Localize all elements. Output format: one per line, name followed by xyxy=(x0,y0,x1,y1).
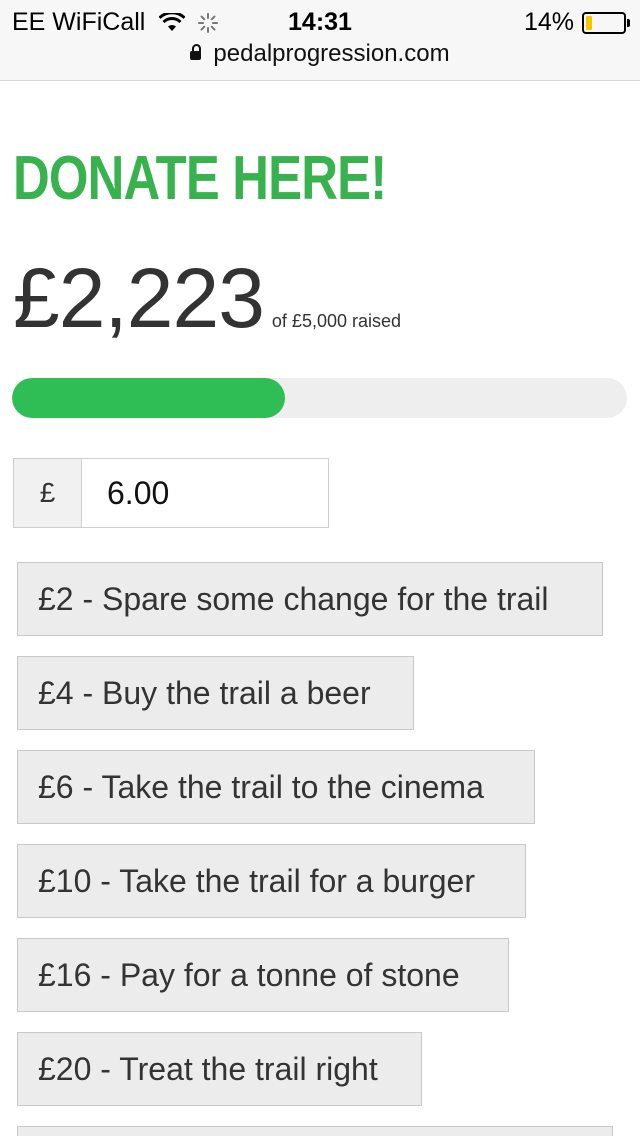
lock-icon xyxy=(190,44,202,60)
raised-amount: £2,223 xyxy=(13,251,265,345)
donation-amount-input[interactable] xyxy=(82,458,329,528)
option-4-button[interactable]: £4 - Buy the trail a beer xyxy=(17,656,414,730)
battery-icon xyxy=(582,11,630,34)
url-text: pedalprogression.com xyxy=(213,40,450,67)
page-title: DONATE HERE! xyxy=(13,144,387,213)
battery-percent: 14% xyxy=(523,8,574,36)
raised-summary: £2,223 of £5,000 raised xyxy=(13,250,401,347)
progress-bar xyxy=(12,378,627,418)
option-20-button[interactable]: £20 - Treat the trail right xyxy=(17,1032,422,1106)
option-6-button[interactable]: £6 - Take the trail to the cinema xyxy=(17,750,535,824)
option-2-button[interactable]: £2 - Spare some change for the trail xyxy=(17,562,603,636)
donation-amount-group: £ xyxy=(13,458,330,528)
raised-target: of £5,000 raised xyxy=(271,311,402,331)
battery-group: 14% xyxy=(523,8,630,37)
option-16-button[interactable]: £16 - Pay for a tonne of stone xyxy=(17,938,509,1012)
address-bar[interactable]: pedalprogression.com xyxy=(0,40,640,68)
option-partial-button[interactable] xyxy=(17,1126,613,1136)
option-10-button[interactable]: £10 - Take the trail for a burger xyxy=(17,844,526,918)
status-bar: EE WiFiCall 14:31 14% pedalprogression.c… xyxy=(0,0,640,81)
progress-fill xyxy=(12,378,286,418)
currency-symbol: £ xyxy=(13,458,82,528)
